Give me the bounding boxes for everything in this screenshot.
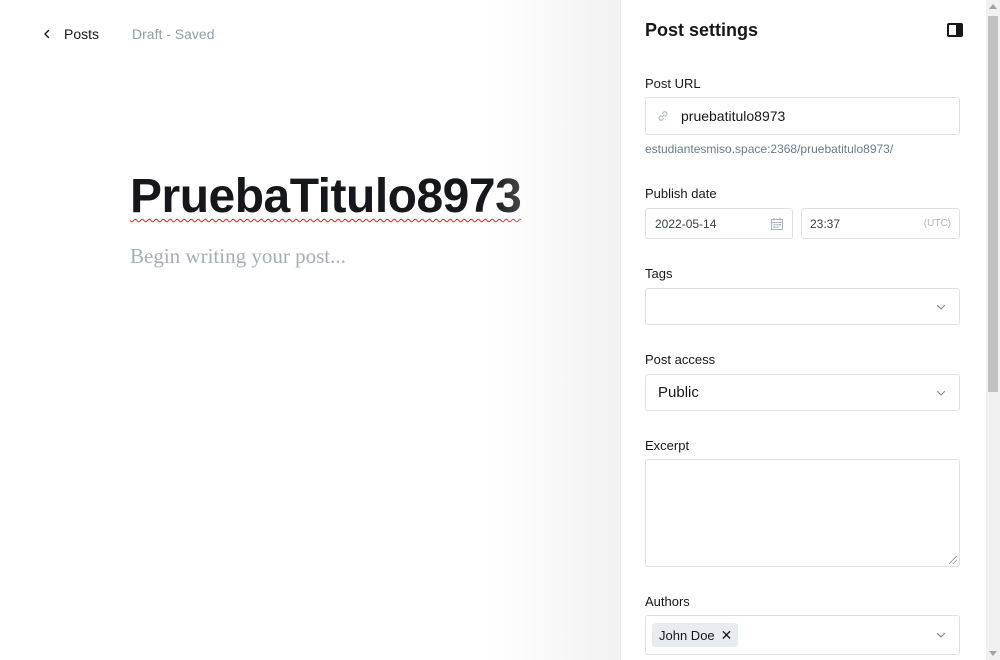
post-access-label: Post access xyxy=(645,352,716,367)
scrollbar-thumb[interactable] xyxy=(988,16,998,392)
publish-time-field[interactable]: 23:37 (UTC) xyxy=(801,208,960,239)
excerpt-label: Excerpt xyxy=(645,438,690,453)
panel-header: Post settings xyxy=(645,19,963,41)
panel-title: Post settings xyxy=(645,19,759,40)
author-name: John Doe xyxy=(659,627,715,643)
back-to-posts-link[interactable]: Posts xyxy=(40,26,99,42)
post-access-value: Public xyxy=(658,384,699,401)
post-body-editor[interactable]: Begin writing your post... xyxy=(130,244,346,269)
authors-label: Authors xyxy=(645,594,690,609)
post-url-field[interactable]: pruebatitulo8973 xyxy=(645,97,960,135)
authors-select[interactable]: John Doe ✕ xyxy=(645,615,960,655)
calendar-icon[interactable] xyxy=(770,217,784,231)
post-url-value: pruebatitulo8973 xyxy=(681,108,786,124)
post-title-input[interactable]: PruebaTitulo8973 xyxy=(130,168,522,226)
tags-label: Tags xyxy=(645,266,673,281)
tags-select[interactable] xyxy=(645,288,960,325)
publish-time-value: 23:37 xyxy=(810,216,841,231)
back-link-label: Posts xyxy=(64,26,100,42)
chevron-left-icon xyxy=(40,27,54,41)
scroll-up-arrow-icon[interactable] xyxy=(989,4,997,9)
chevron-down-icon xyxy=(935,301,947,313)
panel-scrollbar[interactable] xyxy=(986,0,1000,660)
publish-date-label: Publish date xyxy=(645,186,717,201)
excerpt-textarea[interactable] xyxy=(645,459,960,567)
editor-topbar: Posts Draft - Saved xyxy=(40,24,215,44)
post-url-label: Post URL xyxy=(645,76,701,91)
close-icon[interactable]: ✕ xyxy=(721,628,733,642)
publish-date-field[interactable]: 2022-05-14 xyxy=(645,208,793,239)
publish-date-value: 2022-05-14 xyxy=(655,216,717,231)
timezone-label: (UTC) xyxy=(923,218,951,229)
post-full-url: estudiantesmiso.space:2368/pruebatitulo8… xyxy=(645,142,894,156)
chevron-down-icon xyxy=(935,387,947,399)
resize-handle-icon[interactable] xyxy=(949,556,957,564)
sidebar-toggle-icon[interactable] xyxy=(947,23,963,37)
post-title-text: PruebaTitulo8973 xyxy=(130,170,522,223)
post-editor: Posts Draft - Saved PruebaTitulo8973 Beg… xyxy=(0,0,620,660)
scroll-down-arrow-icon[interactable] xyxy=(989,651,997,656)
chevron-down-icon xyxy=(935,629,947,641)
post-settings-panel: Post settings Post URL pruebatitulo8973 … xyxy=(620,0,986,660)
save-status: Draft - Saved xyxy=(132,26,215,42)
link-icon xyxy=(656,109,670,123)
post-access-select[interactable]: Public xyxy=(645,374,960,411)
author-chip: John Doe ✕ xyxy=(652,623,739,647)
